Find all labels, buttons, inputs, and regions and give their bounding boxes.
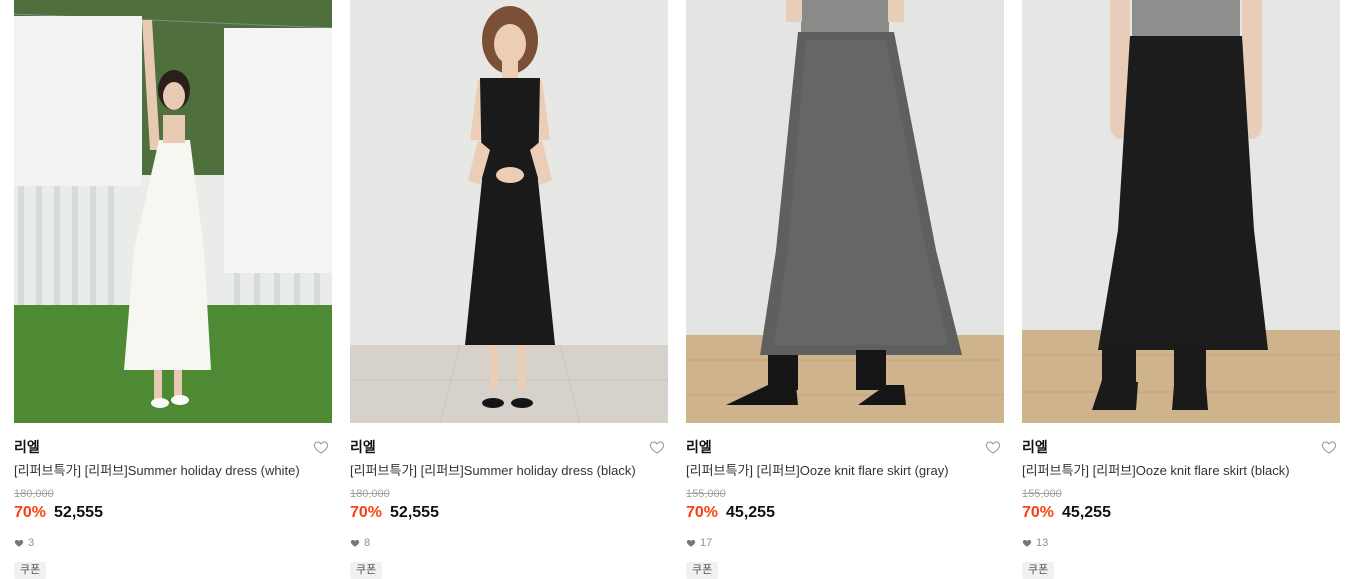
coupon-badge: 쿠폰 <box>1022 562 1055 579</box>
original-price: 180,000 <box>350 488 390 500</box>
coupon-badge: 쿠폰 <box>686 562 719 579</box>
product-card[interactable]: 리엘 [리퍼브특가] [리퍼브]Ooze knit flare skirt (g… <box>686 0 1004 579</box>
coupon-badge: 쿠폰 <box>350 562 383 579</box>
product-name[interactable]: [리퍼브특가] [리퍼브]Summer holiday dress (black… <box>350 463 668 479</box>
price-row: 70% 45,255 <box>1022 503 1340 523</box>
sale-price: 52,555 <box>54 504 103 521</box>
skirt-gray-photo <box>686 0 1004 423</box>
heart-icon[interactable] <box>985 439 1001 455</box>
dress-white-photo <box>14 0 332 423</box>
product-image[interactable] <box>686 0 1004 423</box>
like-count-value: 13 <box>1036 537 1049 549</box>
product-name[interactable]: [리퍼브특가] [리퍼브]Ooze knit flare skirt (blac… <box>1022 463 1340 479</box>
original-price: 155,000 <box>1022 488 1062 500</box>
like-count: 3 <box>14 536 332 550</box>
discount-rate: 70% <box>1022 504 1055 521</box>
heart-icon[interactable] <box>649 439 665 455</box>
heart-filled-icon <box>1022 539 1032 547</box>
heart-filled-icon <box>14 539 24 547</box>
like-count: 13 <box>1022 536 1340 550</box>
heart-filled-icon <box>350 539 360 547</box>
original-price: 180,000 <box>14 488 54 500</box>
like-count-value: 17 <box>700 537 713 549</box>
sale-price: 45,255 <box>1062 504 1111 521</box>
product-card[interactable]: 리엘 [리퍼브특가] [리퍼브]Ooze knit flare skirt (b… <box>1022 0 1340 579</box>
discount-rate: 70% <box>686 504 719 521</box>
brand-name[interactable]: 리엘 <box>14 437 40 457</box>
heart-filled-icon <box>686 539 696 547</box>
dress-black-photo <box>350 0 668 423</box>
price-row: 70% 45,255 <box>686 503 1004 523</box>
product-image[interactable] <box>350 0 668 423</box>
brand-name[interactable]: 리엘 <box>350 437 376 457</box>
product-image[interactable] <box>14 0 332 423</box>
coupon-badge: 쿠폰 <box>14 562 47 579</box>
sale-price: 45,255 <box>726 504 775 521</box>
brand-row: 리엘 <box>14 437 332 457</box>
brand-name[interactable]: 리엘 <box>686 437 712 457</box>
brand-row: 리엘 <box>1022 437 1340 457</box>
discount-rate: 70% <box>14 504 47 521</box>
product-image[interactable] <box>1022 0 1340 423</box>
price-row: 70% 52,555 <box>14 503 332 523</box>
sale-price: 52,555 <box>390 504 439 521</box>
heart-icon[interactable] <box>1321 439 1337 455</box>
like-count-value: 8 <box>364 537 371 549</box>
discount-rate: 70% <box>350 504 383 521</box>
product-name[interactable]: [리퍼브특가] [리퍼브]Ooze knit flare skirt (gray… <box>686 463 1004 479</box>
brand-row: 리엘 <box>350 437 668 457</box>
price-row: 70% 52,555 <box>350 503 668 523</box>
product-card[interactable]: 리엘 [리퍼브특가] [리퍼브]Summer holiday dress (wh… <box>14 0 332 579</box>
product-grid: 리엘 [리퍼브특가] [리퍼브]Summer holiday dress (wh… <box>14 0 1340 579</box>
original-price: 155,000 <box>686 488 726 500</box>
like-count-value: 3 <box>28 537 35 549</box>
like-count: 17 <box>686 536 1004 550</box>
product-name[interactable]: [리퍼브특가] [리퍼브]Summer holiday dress (white… <box>14 463 332 479</box>
heart-icon[interactable] <box>313 439 329 455</box>
like-count: 8 <box>350 536 668 550</box>
brand-name[interactable]: 리엘 <box>1022 437 1048 457</box>
product-card[interactable]: 리엘 [리퍼브특가] [리퍼브]Summer holiday dress (bl… <box>350 0 668 579</box>
brand-row: 리엘 <box>686 437 1004 457</box>
skirt-black-photo <box>1022 0 1340 423</box>
